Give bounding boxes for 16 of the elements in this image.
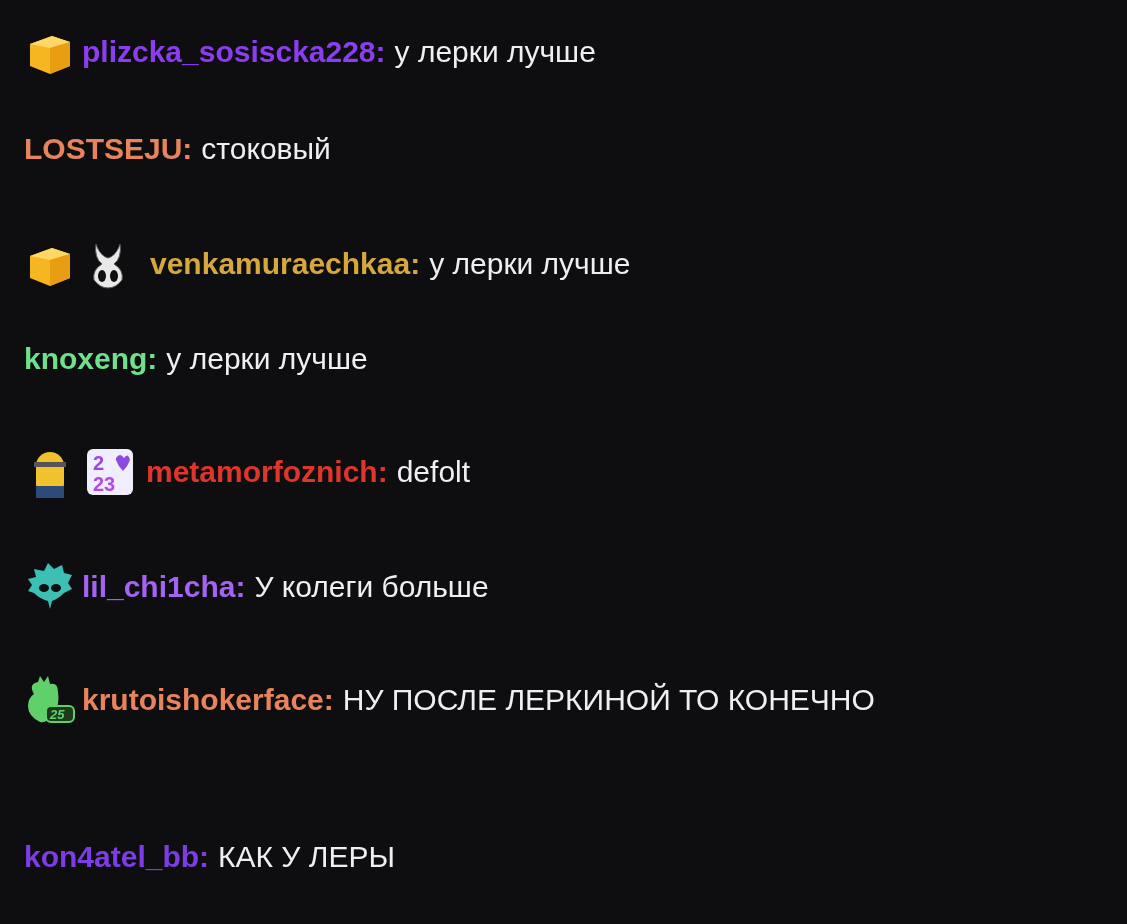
username[interactable]: venkamuraechkaa: bbox=[150, 247, 421, 281]
message-text: у лерки лучше bbox=[429, 247, 631, 281]
message-text: у лерки лучше bbox=[394, 35, 596, 69]
message-text: КАК У ЛЕРЫ bbox=[218, 840, 395, 874]
message-text: У колеги больше bbox=[254, 570, 489, 604]
username[interactable]: LOSTSEJU: bbox=[24, 132, 193, 166]
username[interactable]: plizcka_sosiscka228: bbox=[82, 35, 386, 69]
username[interactable]: krutoishokerface: bbox=[82, 683, 334, 717]
message-text: defolt bbox=[396, 455, 471, 489]
message-text: НУ ПОСЛЕ ЛЕРКИНОЙ ТО КОНЕЧНО bbox=[342, 683, 875, 717]
year-badge-icon: 2 23 bbox=[84, 446, 136, 498]
username[interactable]: knoxeng: bbox=[24, 342, 158, 376]
username[interactable]: metamorfoznich: bbox=[146, 455, 388, 489]
message-text: стоковый bbox=[201, 132, 331, 166]
username[interactable]: lil_chi1cha: bbox=[82, 570, 246, 604]
message-text: у лерки лучше bbox=[166, 342, 368, 376]
